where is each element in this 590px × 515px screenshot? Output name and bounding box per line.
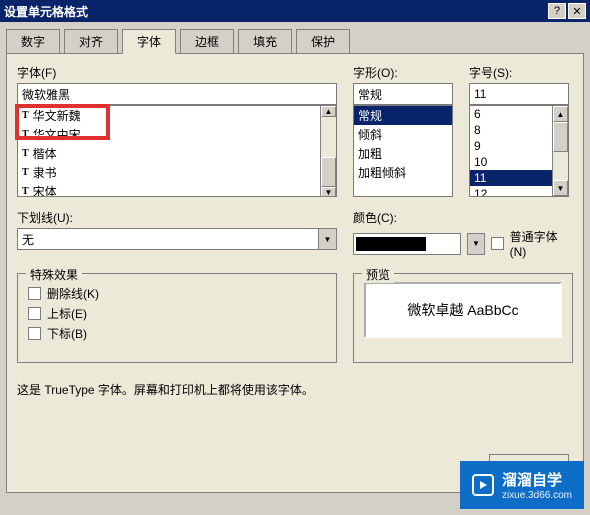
superscript-checkbox[interactable]: [28, 307, 41, 320]
titlebar: 设置单元格格式 ? ✕: [0, 0, 590, 22]
tab-font[interactable]: 字体: [122, 29, 176, 54]
tab-alignment[interactable]: 对齐: [64, 29, 118, 54]
tab-fill[interactable]: 填充: [238, 29, 292, 54]
scroll-thumb[interactable]: [553, 122, 568, 152]
superscript-label: 上标(E): [47, 305, 87, 322]
scroll-up-icon[interactable]: ▲: [553, 106, 568, 122]
scroll-thumb[interactable]: [321, 157, 336, 187]
watermark-brand: 溜溜自学: [502, 469, 572, 490]
size-listbox[interactable]: 6 8 9 10 11 12 ▲ ▼: [469, 105, 569, 197]
chevron-down-icon[interactable]: ▼: [467, 233, 485, 255]
style-input[interactable]: [353, 83, 453, 105]
tab-number[interactable]: 数字: [6, 29, 60, 54]
font-label: 字体(F): [17, 64, 337, 81]
underline-label: 下划线(U):: [17, 209, 337, 226]
preview-legend: 预览: [362, 266, 394, 283]
watermark: 溜溜自学 zixue.3d66.com: [460, 461, 584, 509]
strike-checkbox[interactable]: [28, 287, 41, 300]
tab-strip: 数字 对齐 字体 边框 填充 保护: [0, 22, 590, 53]
scroll-down-icon[interactable]: ▼: [321, 187, 336, 197]
play-icon: [472, 474, 494, 496]
color-swatch[interactable]: [353, 233, 461, 255]
truetype-icon: T: [22, 186, 29, 197]
help-button[interactable]: ?: [548, 3, 566, 19]
strike-label: 删除线(K): [47, 285, 99, 302]
tab-border[interactable]: 边框: [180, 29, 234, 54]
font-listbox[interactable]: T华文新魏 T华文中宋 T楷体 T隶书 T宋体 T微软雅黑 ▲ ▼: [17, 105, 337, 197]
scrollbar[interactable]: ▲ ▼: [320, 106, 336, 196]
underline-input[interactable]: [17, 228, 319, 250]
normal-font-checkbox[interactable]: [491, 237, 504, 250]
scrollbar[interactable]: ▲ ▼: [552, 106, 568, 196]
subscript-checkbox[interactable]: [28, 327, 41, 340]
window-title: 设置单元格格式: [4, 3, 546, 20]
underline-combo[interactable]: ▼: [17, 228, 337, 250]
truetype-icon: T: [22, 167, 29, 178]
preview-fieldset: 预览 微软卓越 AaBbCc: [353, 273, 573, 363]
color-preview: [356, 237, 426, 251]
font-input[interactable]: [17, 83, 337, 105]
truetype-icon: T: [22, 148, 29, 159]
normal-font-label: 普通字体(N): [510, 228, 573, 259]
watermark-url: zixue.3d66.com: [502, 490, 572, 501]
style-label: 字形(O):: [353, 64, 453, 81]
tab-panel-font: 字体(F) T华文新魏 T华文中宋 T楷体 T隶书 T宋体 T微软雅黑 ▲ ▼ …: [6, 53, 584, 493]
truetype-icon: T: [22, 110, 29, 121]
close-button[interactable]: ✕: [568, 3, 586, 19]
subscript-label: 下标(B): [47, 325, 87, 342]
tab-protection[interactable]: 保护: [296, 29, 350, 54]
truetype-icon: T: [22, 129, 29, 140]
effects-legend: 特殊效果: [26, 266, 82, 283]
font-note: 这是 TrueType 字体。屏幕和打印机上都将使用该字体。: [17, 381, 573, 398]
chevron-down-icon[interactable]: ▼: [319, 228, 337, 250]
size-input[interactable]: [469, 83, 569, 105]
style-listbox[interactable]: 常规 倾斜 加粗 加粗倾斜: [353, 105, 453, 197]
effects-fieldset: 特殊效果 删除线(K) 上标(E) 下标(B): [17, 273, 337, 363]
scroll-up-icon[interactable]: ▲: [321, 106, 336, 117]
size-label: 字号(S):: [469, 64, 569, 81]
preview-sample: 微软卓越 AaBbCc: [364, 282, 562, 338]
color-label: 颜色(C):: [353, 209, 573, 226]
scroll-down-icon[interactable]: ▼: [553, 180, 568, 196]
